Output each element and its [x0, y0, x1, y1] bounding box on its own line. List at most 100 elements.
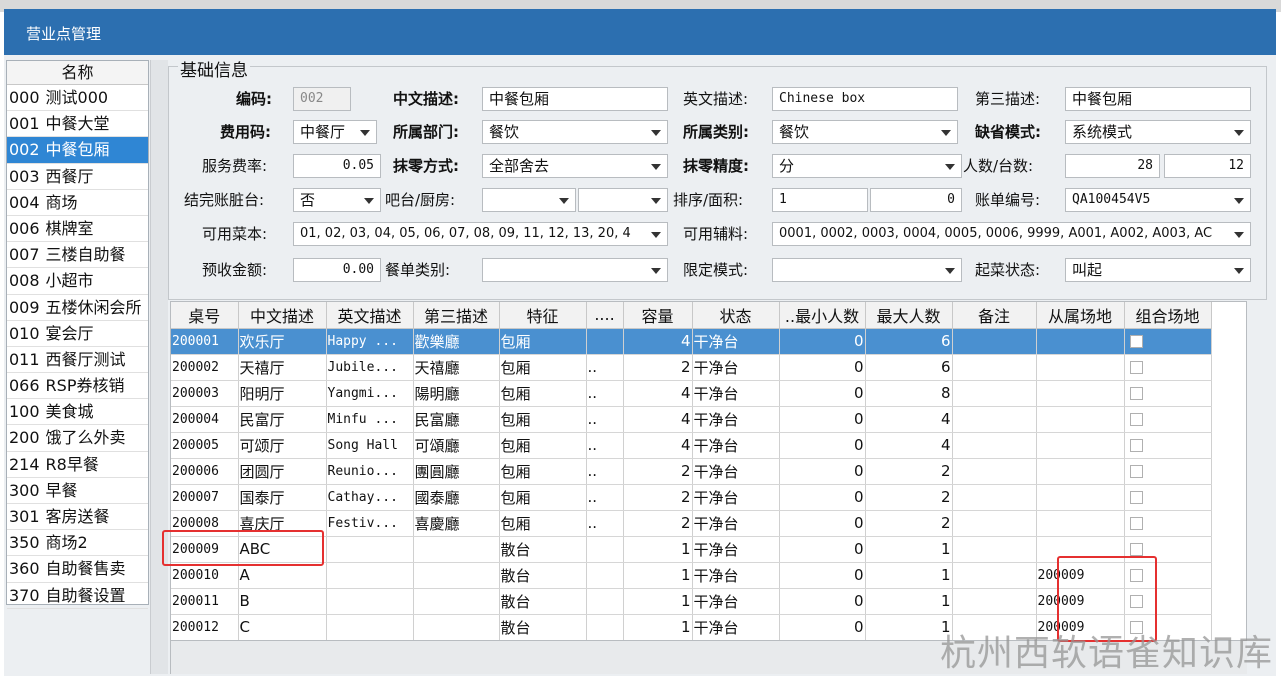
parent-area-cell[interactable]	[1036, 510, 1125, 537]
table-no-cell[interactable]: 200011	[171, 588, 239, 615]
cn-desc-cell[interactable]: C	[238, 614, 327, 640]
limit-mode-select[interactable]	[772, 258, 962, 282]
cn-desc-cell[interactable]: 民富厅	[238, 406, 327, 433]
third-desc-cell[interactable]: 團圓廳	[413, 458, 500, 485]
table-no-cell[interactable]: 200005	[171, 432, 239, 459]
code-field[interactable]: 002	[293, 87, 351, 111]
extra-cell[interactable]	[586, 588, 624, 615]
outlet-list-item[interactable]: 214 R8早餐	[7, 452, 148, 478]
outlet-list-item[interactable]: 004 商场	[7, 190, 148, 216]
note-cell[interactable]	[952, 406, 1037, 433]
min-people-cell[interactable]: 0	[779, 380, 866, 407]
capacity-cell[interactable]: 2	[623, 354, 693, 381]
capacity-cell[interactable]: 1	[623, 536, 693, 563]
outlet-list-item[interactable]: 200 饿了么外卖	[7, 425, 148, 452]
cn-desc-cell[interactable]: 可颂厅	[238, 432, 327, 459]
parent-area-cell[interactable]	[1036, 406, 1125, 433]
outlet-list-item[interactable]: 006 棋牌室	[7, 216, 148, 243]
default-mode-select[interactable]: 系统模式	[1065, 120, 1251, 144]
table-row[interactable]: 200006 团圆厅 Reunio... 團圓廳 包厢.. 2 干净台 0 2	[171, 458, 1212, 485]
combine-area-checkbox[interactable]	[1129, 517, 1143, 530]
table-row[interactable]: 200002 天禧厅 Jubile... 天禧廳 包厢.. 2 干净台 0 6	[171, 354, 1212, 381]
status-cell[interactable]: 干净台	[692, 328, 780, 355]
capacity-cell[interactable]: 2	[623, 458, 693, 485]
grid-column-header[interactable]: 状态	[692, 302, 780, 329]
combine-area-checkbox[interactable]	[1129, 413, 1143, 426]
feature-cell[interactable]: 包厢	[499, 380, 587, 407]
dirty-select[interactable]: 否	[293, 188, 381, 212]
third-desc-cell[interactable]: 天禧廳	[413, 354, 500, 381]
grid-column-header[interactable]: 中文描述	[238, 302, 327, 329]
feature-cell[interactable]: 散台	[499, 614, 587, 640]
en-desc-cell[interactable]: Happy ...	[326, 328, 414, 355]
menus-select[interactable]: 01, 02, 03, 04, 05, 06, 07, 08, 09, 11, …	[293, 222, 668, 246]
table-no-cell[interactable]: 200001	[171, 328, 239, 355]
parent-area-cell[interactable]	[1036, 354, 1125, 381]
feature-cell[interactable]: 包厢	[499, 354, 587, 381]
extra-cell[interactable]	[586, 328, 624, 355]
extra-cell[interactable]: ..	[586, 354, 624, 381]
note-cell[interactable]	[952, 510, 1037, 537]
third-desc-cell[interactable]: 喜慶廳	[413, 510, 500, 537]
cn-desc-cell[interactable]: 天禧厅	[238, 354, 327, 381]
combine-area-cell[interactable]	[1124, 510, 1212, 537]
prepay-field[interactable]: 0.00	[293, 258, 381, 282]
min-people-cell[interactable]: 0	[779, 588, 866, 615]
category-select[interactable]: 餐饮	[772, 120, 958, 144]
outlet-list-item[interactable]: 360 自助餐售卖	[7, 556, 148, 583]
table-no-cell[interactable]: 200002	[171, 354, 239, 381]
combine-area-checkbox[interactable]	[1129, 335, 1143, 348]
third-desc-cell[interactable]: 歡樂廳	[413, 328, 500, 355]
serve-state-select[interactable]: 叫起	[1065, 258, 1251, 282]
en-desc-cell[interactable]: Yangmi...	[326, 380, 414, 407]
combine-area-checkbox[interactable]	[1129, 465, 1143, 478]
table-row[interactable]: 200011 B 散台 1 干净台 0 1 200009	[171, 588, 1212, 615]
bill-no-select[interactable]: QA100454V5	[1065, 188, 1251, 212]
max-people-cell[interactable]: 2	[865, 510, 953, 537]
feature-cell[interactable]: 包厢	[499, 458, 587, 485]
max-people-cell[interactable]: 1	[865, 536, 953, 563]
min-people-cell[interactable]: 0	[779, 354, 866, 381]
capacity-cell[interactable]: 1	[623, 614, 693, 640]
status-cell[interactable]: 干净台	[692, 432, 780, 459]
note-cell[interactable]	[952, 484, 1037, 511]
note-cell[interactable]	[952, 328, 1037, 355]
note-cell[interactable]	[952, 588, 1037, 615]
min-people-cell[interactable]: 0	[779, 562, 866, 589]
parent-area-cell[interactable]	[1036, 484, 1125, 511]
outlet-list-item[interactable]: 066 RSP券核销	[7, 373, 148, 400]
outlet-list-item[interactable]: 009 五楼休闲会所	[7, 295, 148, 321]
grid-scrollbar[interactable]	[1247, 301, 1267, 641]
outlet-list-item[interactable]: 003 西餐厅	[7, 164, 148, 190]
note-cell[interactable]	[952, 458, 1037, 485]
combine-area-cell[interactable]	[1124, 484, 1212, 511]
capacity-cell[interactable]: 4	[623, 406, 693, 433]
table-no-cell[interactable]: 200004	[171, 406, 239, 433]
en-desc-cell[interactable]: Song Hall	[326, 432, 414, 459]
capacity-cell[interactable]: 4	[623, 380, 693, 407]
aux-select[interactable]: 0001, 0002, 0003, 0004, 0005, 0006, 9999…	[772, 222, 1251, 246]
max-people-cell[interactable]: 2	[865, 458, 953, 485]
en-desc-cell[interactable]: Cathay...	[326, 484, 414, 511]
max-people-cell[interactable]: 1	[865, 614, 953, 640]
order-type-select[interactable]	[482, 258, 668, 282]
third-desc-cell[interactable]: 陽明廳	[413, 380, 500, 407]
note-cell[interactable]	[952, 562, 1037, 589]
grid-column-header[interactable]: 从属场地	[1036, 302, 1125, 329]
third-desc-cell[interactable]	[413, 536, 500, 563]
kitchen-select[interactable]	[578, 188, 668, 212]
grid-column-header[interactable]: 最大人数	[865, 302, 953, 329]
grid-column-header[interactable]: 组合场地	[1124, 302, 1212, 329]
max-people-cell[interactable]: 8	[865, 380, 953, 407]
outlet-list-item[interactable]: 000 测试000	[7, 85, 148, 112]
table-no-cell[interactable]: 200003	[171, 380, 239, 407]
grid-column-header[interactable]: 桌号	[171, 302, 239, 329]
capacity-cell[interactable]: 1	[623, 588, 693, 615]
third-desc-cell[interactable]	[413, 562, 500, 589]
combine-area-checkbox[interactable]	[1129, 491, 1143, 504]
parent-area-cell[interactable]	[1036, 432, 1125, 459]
feature-cell[interactable]: 包厢	[499, 484, 587, 511]
capacity-cell[interactable]: 1	[623, 562, 693, 589]
sort-field[interactable]: 1	[772, 188, 868, 212]
capacity-cell[interactable]: 2	[623, 484, 693, 511]
